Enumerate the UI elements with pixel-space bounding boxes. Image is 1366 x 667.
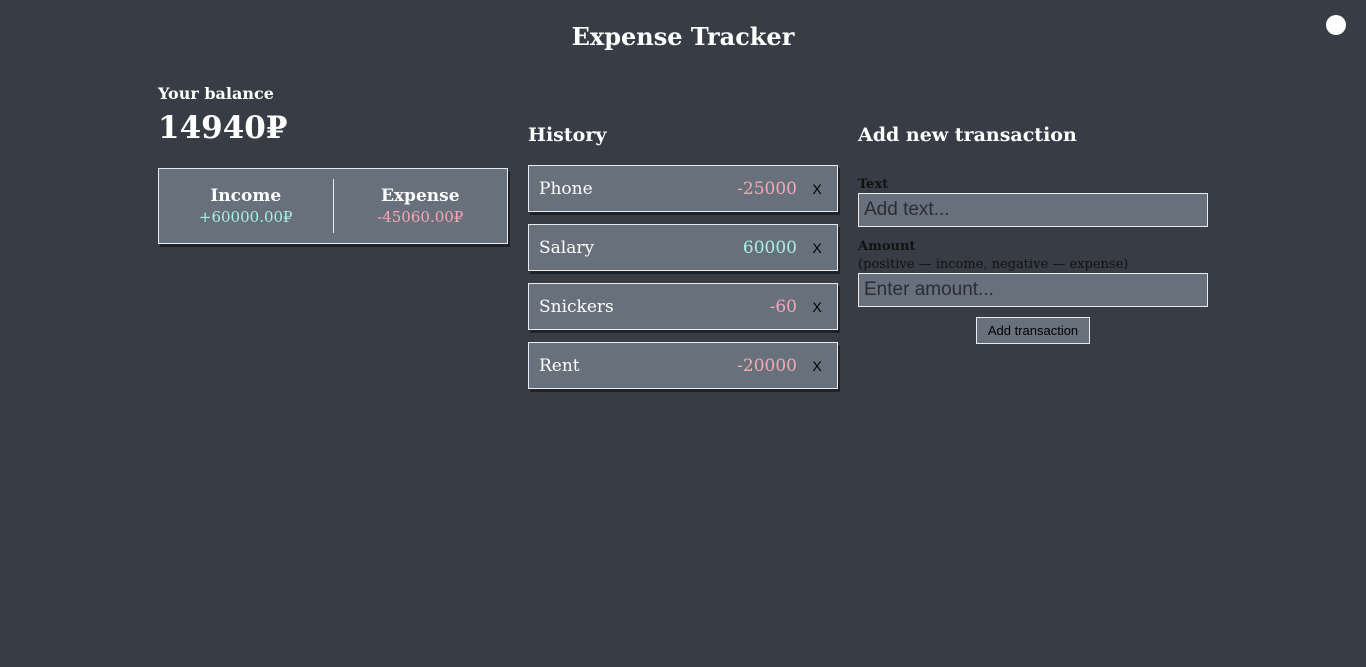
history-heading: History xyxy=(528,124,607,146)
theme-toggle-circle-icon[interactable] xyxy=(1326,15,1346,35)
balance-amount: 14940₽ xyxy=(158,110,288,146)
history-item-text: Phone xyxy=(539,178,593,199)
history-item-amount: -25000 xyxy=(737,178,797,199)
text-field-label: Text xyxy=(858,177,889,192)
history-item-amount: 60000 xyxy=(742,237,797,258)
delete-button[interactable]: X xyxy=(807,299,827,315)
income-value: +60000.00₽ xyxy=(198,208,293,226)
history-item-text: Snickers xyxy=(539,296,614,317)
balance-label: Your balance xyxy=(158,84,274,103)
history-item-text: Salary xyxy=(539,237,595,258)
add-transaction-heading: Add new transaction xyxy=(858,124,1077,146)
delete-button[interactable]: X xyxy=(807,358,827,374)
history-item-amount: -20000 xyxy=(737,355,797,376)
delete-button[interactable]: X xyxy=(807,240,827,256)
income-summary: Income +60000.00₽ xyxy=(159,179,333,233)
history-item-text: Rent xyxy=(539,355,580,376)
amount-field-label: Amount xyxy=(858,239,916,254)
income-expense-summary: Income +60000.00₽ Expense -45060.00₽ xyxy=(158,168,508,244)
text-input[interactable] xyxy=(858,193,1208,227)
history-item: Rent -20000 X xyxy=(528,342,838,389)
expense-tracker-page: Expense Tracker Your balance 14940₽ Inco… xyxy=(0,0,1366,667)
expense-summary: Expense -45060.00₽ xyxy=(334,179,508,233)
history-item: Snickers -60 X xyxy=(528,283,838,330)
income-label: Income xyxy=(210,186,282,206)
expense-value: -45060.00₽ xyxy=(377,208,464,226)
history-item-amount: -60 xyxy=(769,296,797,317)
history-item: Salary 60000 X xyxy=(528,224,838,271)
add-transaction-button[interactable]: Add transaction xyxy=(976,317,1090,344)
history-list: Phone -25000 X Salary 60000 X Snickers -… xyxy=(528,165,838,401)
amount-hint: (positive — income, negative — expense) xyxy=(858,257,1129,272)
history-item: Phone -25000 X xyxy=(528,165,838,212)
delete-button[interactable]: X xyxy=(807,181,827,197)
amount-input[interactable] xyxy=(858,273,1208,307)
expense-label: Expense xyxy=(380,186,460,206)
page-title: Expense Tracker xyxy=(571,22,795,51)
